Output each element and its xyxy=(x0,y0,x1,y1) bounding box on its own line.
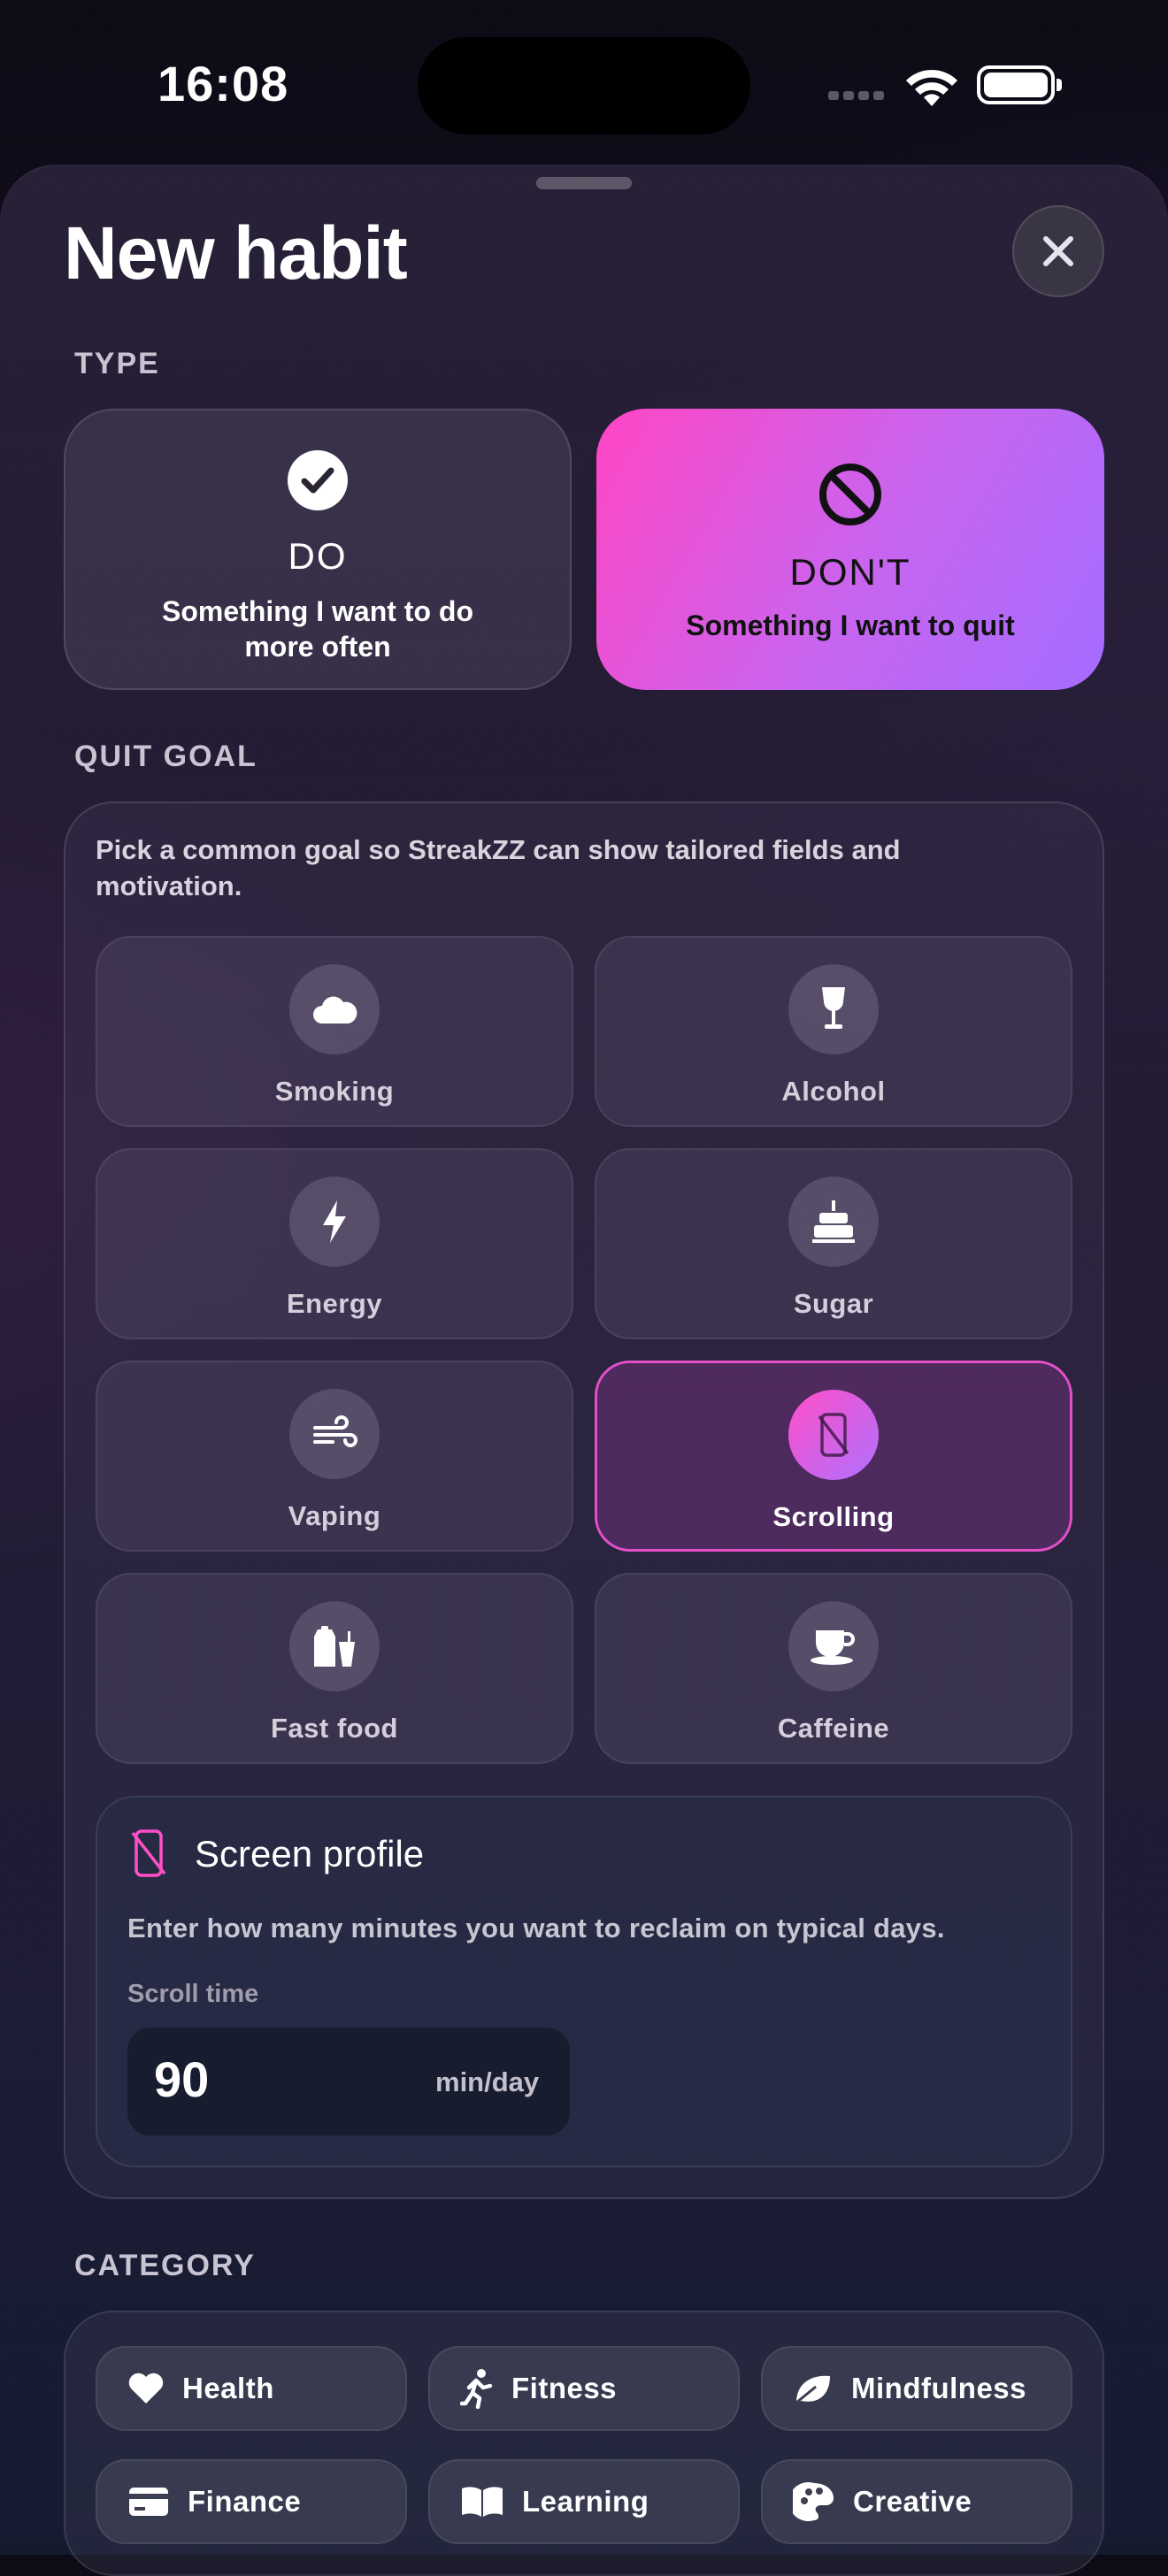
goal-label: Alcohol xyxy=(781,1076,886,1107)
book-icon xyxy=(460,2485,504,2518)
screen-profile-description: Enter how many minutes you want to recla… xyxy=(127,1913,945,1944)
dynamic-island xyxy=(418,37,750,134)
type-dont-option[interactable]: DON'T Something I want to quit xyxy=(596,409,1104,690)
palette-icon xyxy=(793,2481,835,2522)
goal-label: Sugar xyxy=(793,1288,874,1319)
chip-label: Mindfulness xyxy=(851,2372,1027,2404)
close-icon xyxy=(1043,236,1073,266)
type-do-option[interactable]: DO Something I want to do more often xyxy=(64,409,572,690)
prohibited-icon xyxy=(818,462,883,532)
scroll-time-unit: min/day xyxy=(435,2066,540,2097)
page-title: New habit xyxy=(64,211,408,295)
chip-label: Fitness xyxy=(511,2372,618,2404)
coffee-cup-icon xyxy=(788,1601,879,1691)
goal-option-smoking[interactable]: Smoking xyxy=(96,936,573,1127)
category-section-label: CATEGORY xyxy=(74,2249,256,2282)
status-time: 16:08 xyxy=(158,56,289,111)
quit-goal-description: Pick a common goal so StreakZZ can show … xyxy=(96,834,901,901)
chip-label: Finance xyxy=(188,2485,302,2518)
goal-option-fast-food[interactable]: Fast food xyxy=(96,1573,573,1764)
chip-label: Learning xyxy=(522,2485,649,2518)
battery-icon xyxy=(977,65,1062,104)
type-dont-title: DON'T xyxy=(789,551,911,593)
takeout-icon xyxy=(289,1601,380,1691)
close-button[interactable] xyxy=(1012,205,1104,297)
chip-label: Creative xyxy=(853,2485,972,2518)
status-bar: 16:08 xyxy=(0,0,1168,168)
credit-card-icon xyxy=(127,2486,170,2518)
goal-label: Scrolling xyxy=(772,1501,895,1532)
wine-glass-icon xyxy=(788,964,879,1054)
type-do-subtitle: Something I want to do more often xyxy=(162,595,473,663)
category-chip-learning[interactable]: Learning xyxy=(428,2459,740,2544)
type-dont-subtitle: Something I want to quit xyxy=(686,610,1015,641)
scroll-time-value[interactable]: 90 xyxy=(154,2051,209,2108)
screen-profile-title: Screen profile xyxy=(195,1833,425,1874)
cellular-signal-icon xyxy=(828,88,888,104)
type-do-title: DO xyxy=(288,535,348,577)
heart-icon xyxy=(127,2372,165,2405)
category-chip-finance[interactable]: Finance xyxy=(96,2459,407,2544)
checkmark-circle-icon xyxy=(287,449,349,516)
wifi-icon xyxy=(903,65,961,114)
goal-option-caffeine[interactable]: Caffeine xyxy=(595,1573,1072,1764)
smoke-cloud-icon xyxy=(289,964,380,1054)
goal-label: Smoking xyxy=(274,1076,395,1107)
goal-option-vaping[interactable]: Vaping xyxy=(96,1361,573,1552)
sheet-grabber[interactable] xyxy=(536,177,632,189)
goal-option-energy[interactable]: Energy xyxy=(96,1148,573,1339)
type-section-label: TYPE xyxy=(74,347,160,380)
category-chip-mindfulness[interactable]: Mindfulness xyxy=(761,2346,1072,2431)
goal-option-alcohol[interactable]: Alcohol xyxy=(595,936,1072,1127)
category-chip-fitness[interactable]: Fitness xyxy=(428,2346,740,2431)
phone-slash-icon xyxy=(788,1390,879,1480)
goal-label: Fast food xyxy=(271,1713,398,1744)
goal-label: Vaping xyxy=(288,1500,381,1531)
runner-icon xyxy=(460,2368,494,2409)
lightning-bolt-icon xyxy=(289,1177,380,1267)
phone-slash-icon xyxy=(129,1828,168,1883)
goal-option-sugar[interactable]: Sugar xyxy=(595,1148,1072,1339)
chip-label: Health xyxy=(182,2372,274,2404)
scroll-time-label: Scroll time xyxy=(127,1980,259,2008)
category-chip-creative[interactable]: Creative xyxy=(761,2459,1072,2544)
birthday-cake-icon xyxy=(788,1177,879,1267)
wind-icon xyxy=(289,1389,380,1479)
leaf-icon xyxy=(793,2371,834,2406)
goal-label: Energy xyxy=(286,1288,383,1319)
goal-label: Caffeine xyxy=(777,1713,890,1744)
goal-option-scrolling[interactable]: Scrolling xyxy=(595,1361,1072,1552)
quit-goal-section-label: QUIT GOAL xyxy=(74,740,257,773)
category-chip-health[interactable]: Health xyxy=(96,2346,407,2431)
